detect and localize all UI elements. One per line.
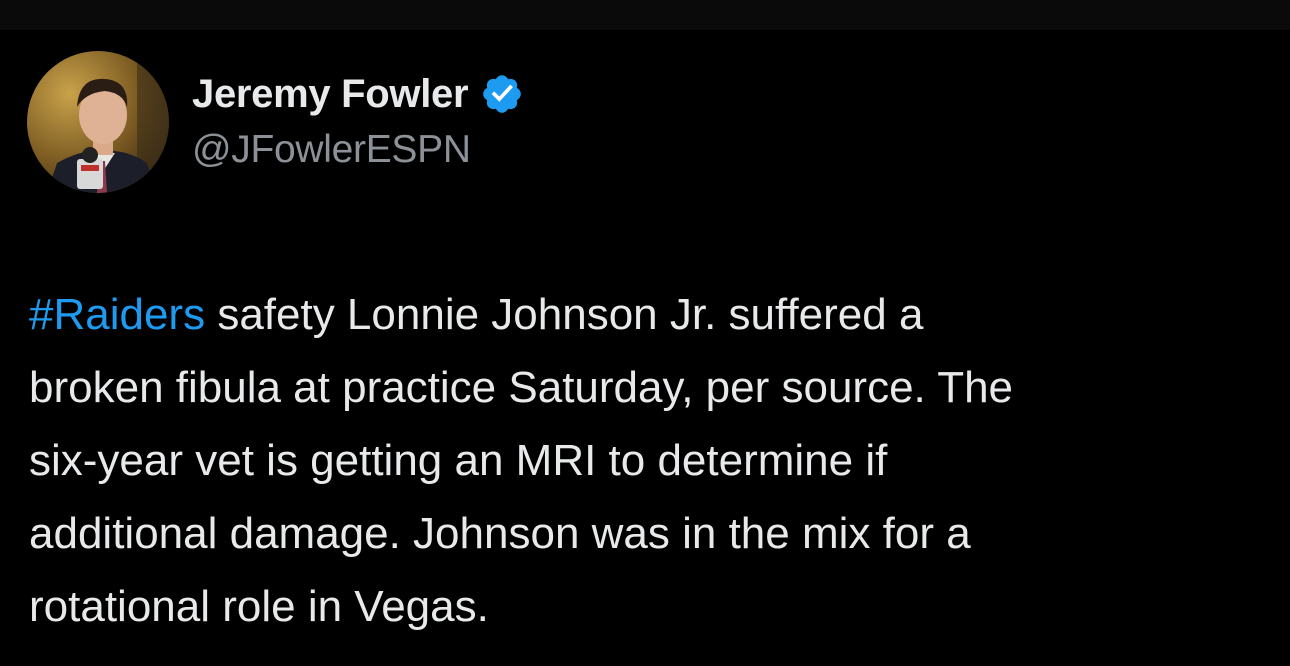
tweet-text: #Raiders safety Lonnie Johnson Jr. suffe…	[29, 278, 1269, 643]
tweet-line-1: #Raiders safety Lonnie Johnson Jr. suffe…	[29, 278, 1269, 351]
verified-badge-icon	[480, 72, 524, 116]
avatar[interactable]	[27, 51, 169, 193]
top-bar	[0, 0, 1290, 30]
tweet-line-4: additional damage. Johnson was in the mi…	[29, 509, 971, 558]
tweet-line-2: broken fibula at practice Saturday, per …	[29, 363, 1014, 412]
tweet-line-3: six-year vet is getting an MRI to determ…	[29, 436, 888, 485]
hashtag-link[interactable]: #Raiders	[29, 290, 205, 339]
profile-photo	[27, 51, 169, 193]
author-display-name[interactable]: Jeremy Fowler	[192, 72, 469, 117]
tweet-line-1-text: safety Lonnie Johnson Jr. suffered a	[205, 290, 924, 339]
author-name-row: Jeremy Fowler	[192, 70, 524, 118]
tweet-line-5: rotational role in Vegas.	[29, 582, 489, 631]
author-handle[interactable]: @JFowlerESPN	[192, 128, 471, 172]
